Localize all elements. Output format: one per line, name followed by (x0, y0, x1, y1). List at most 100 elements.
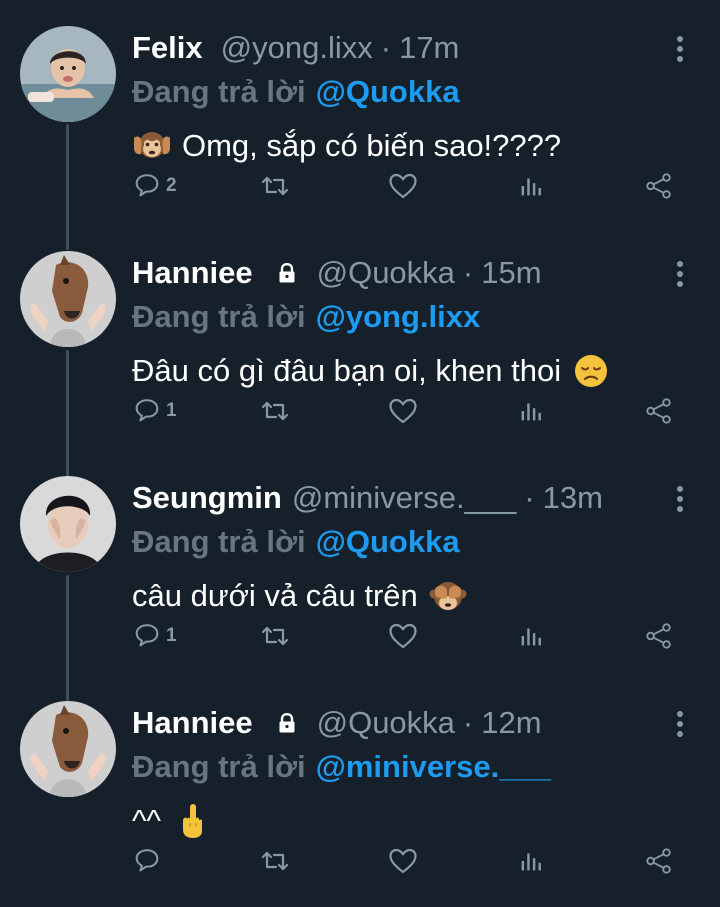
retweet-button[interactable] (259, 166, 291, 206)
heart-icon (387, 845, 419, 877)
separator: · (380, 30, 392, 65)
display-name[interactable]: Felix (132, 26, 203, 70)
display-name[interactable]: Hanniee (132, 251, 253, 295)
like-button[interactable] (387, 391, 419, 431)
reply-prefix: Đang trả lời (132, 749, 306, 784)
timestamp[interactable]: 17m (399, 26, 459, 70)
heart-icon (387, 620, 419, 652)
tweet-text-content: câu dưới vả câu trên (132, 578, 418, 613)
tweet-header: Hanniee @Quokka · 12m (132, 701, 692, 745)
mention-link[interactable]: @Quokka (316, 74, 460, 109)
tweet-text-content: Đâu có gì đâu bạn oi, khen thoi (132, 353, 562, 388)
tweet-header: Seungmin @miniverse.___ · 13m (132, 476, 692, 520)
retweet-button[interactable] (259, 841, 291, 881)
reply-button[interactable]: 2 (132, 166, 177, 206)
reply-button[interactable]: 1 (132, 391, 177, 431)
share-button[interactable] (644, 166, 674, 206)
lock-icon (275, 711, 299, 735)
analytics-icon (516, 396, 546, 426)
action-bar: 2 (0, 166, 720, 206)
reply-prefix: Đang trả lời (132, 524, 306, 559)
tweet[interactable]: Felix @yong.lixx · 17m Đang trả lời @Quok… (0, 0, 720, 225)
tweet[interactable]: Hanniee @Quokka · 12m Đang trả lời @miniv… (0, 675, 720, 900)
more-icon[interactable] (676, 711, 684, 737)
separator: · (524, 480, 535, 515)
retweet-icon (259, 395, 291, 427)
retweet-button[interactable] (259, 616, 291, 656)
reply-context: Đang trả lời @Quokka (132, 70, 460, 114)
retweet-icon (259, 845, 291, 877)
user-handle[interactable]: @yong.lixx (221, 26, 373, 70)
tweet[interactable]: Seungmin @miniverse.___ · 13m Đang trả l… (0, 450, 720, 675)
more-icon[interactable] (676, 261, 684, 287)
timestamp[interactable]: 12m (481, 701, 541, 745)
like-button[interactable] (387, 166, 419, 206)
share-icon (644, 171, 674, 201)
separator: · (462, 255, 474, 290)
heart-icon (387, 395, 419, 427)
like-button[interactable] (387, 616, 419, 656)
user-handle[interactable]: @Quokka (317, 701, 455, 745)
reply-prefix: Đang trả lời (132, 74, 306, 109)
views-button[interactable] (516, 166, 546, 206)
action-bar: 1 (0, 616, 720, 656)
avatar[interactable] (20, 701, 116, 797)
display-name[interactable]: Hanniee (132, 701, 253, 745)
mention-link[interactable]: @Quokka (316, 524, 460, 559)
reply-icon (132, 396, 162, 426)
avatar[interactable] (20, 251, 116, 347)
views-button[interactable] (516, 841, 546, 881)
lock-icon (275, 261, 299, 285)
reply-icon (132, 846, 162, 876)
reply-button[interactable]: 1 (132, 616, 177, 656)
avatar[interactable] (20, 26, 116, 122)
share-icon (644, 846, 674, 876)
share-button[interactable] (644, 616, 674, 656)
tweet-text: câu dưới vả câu trên (132, 574, 468, 618)
analytics-icon (516, 171, 546, 201)
timestamp[interactable]: 15m (481, 251, 541, 295)
reply-count: 1 (166, 400, 177, 421)
tweet-text: Omg, sắp có biến sao!???? (132, 124, 561, 168)
middle-finger-icon (173, 801, 213, 841)
analytics-icon (516, 621, 546, 651)
tweet[interactable]: Hanniee @Quokka · 15m Đang trả lời @yong.… (0, 225, 720, 450)
avatar[interactable] (20, 476, 116, 572)
tweet-text-content: ^^ (132, 803, 162, 838)
reply-button[interactable] (132, 841, 162, 881)
share-icon (644, 621, 674, 651)
heart-icon (387, 170, 419, 202)
reply-icon (132, 621, 162, 651)
tweet-header: Felix @yong.lixx · 17m (132, 26, 692, 70)
like-button[interactable] (387, 841, 419, 881)
user-handle[interactable]: @Quokka (317, 251, 455, 295)
share-button[interactable] (644, 841, 674, 881)
action-bar (0, 841, 720, 881)
display-name[interactable]: Seungmin (132, 476, 282, 520)
reply-thread: Felix @yong.lixx · 17m Đang trả lời @Quok… (0, 0, 720, 907)
reply-icon (132, 171, 162, 201)
retweet-icon (259, 170, 291, 202)
reply-context: Đang trả lời @yong.lixx (132, 295, 480, 339)
user-handle[interactable]: @miniverse.___ (292, 476, 516, 520)
disappointed-face-icon (571, 351, 611, 391)
retweet-button[interactable] (259, 391, 291, 431)
mention-link[interactable]: @yong.lixx (316, 299, 481, 334)
tweet-header: Hanniee @Quokka · 15m (132, 251, 692, 295)
reply-context: Đang trả lời @miniverse.___ (132, 745, 551, 789)
tweet-text: Đâu có gì đâu bạn oi, khen thoi (132, 349, 611, 393)
see-no-evil-monkey-icon (428, 576, 468, 616)
more-icon[interactable] (676, 486, 684, 512)
views-button[interactable] (516, 391, 546, 431)
analytics-icon (516, 846, 546, 876)
views-button[interactable] (516, 616, 546, 656)
mention-link[interactable]: @miniverse.___ (316, 749, 551, 784)
more-icon[interactable] (676, 36, 684, 62)
action-bar: 1 (0, 391, 720, 431)
reply-count: 1 (166, 625, 177, 646)
reply-prefix: Đang trả lời (132, 299, 306, 334)
share-icon (644, 396, 674, 426)
share-button[interactable] (644, 391, 674, 431)
timestamp[interactable]: 13m (543, 476, 603, 520)
reply-count: 2 (166, 175, 177, 196)
